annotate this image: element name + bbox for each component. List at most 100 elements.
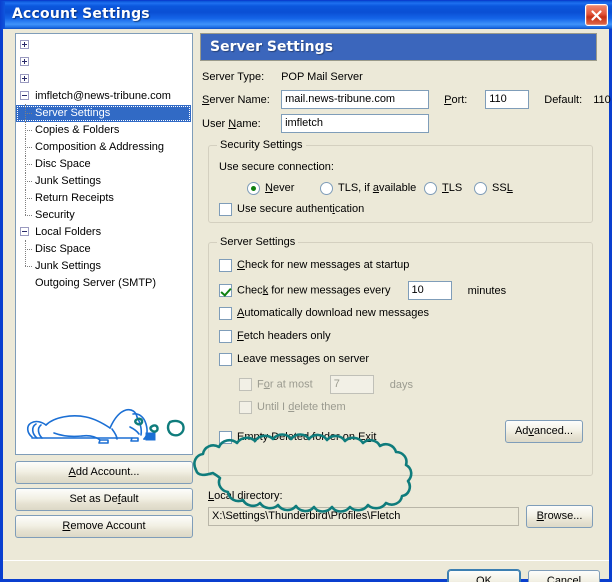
sidebar-item-security[interactable]: Security xyxy=(16,206,192,224)
server-options-legend: Server Settings xyxy=(217,236,299,248)
tree-line xyxy=(25,113,32,115)
remove-account-label: Remove Account xyxy=(62,520,146,532)
sidebar-item-return-receipts[interactable]: Return Receipts xyxy=(16,189,192,207)
close-button[interactable] xyxy=(585,4,608,26)
tree-line xyxy=(25,249,32,251)
remove-account-button[interactable]: Remove Account xyxy=(15,515,193,538)
sidebar-item-composition-addressing[interactable]: Composition & Addressing xyxy=(16,138,192,156)
sidebar-item-copies-folders[interactable]: Copies & Folders xyxy=(16,121,192,139)
collapse-minus-icon[interactable] xyxy=(20,91,29,100)
radio-tls-if-available-icon[interactable] xyxy=(320,181,333,195)
check-every-checkbox[interactable]: Check for new messages every 10 minutes xyxy=(219,281,506,300)
account-settings-window: Account Settings imfletch@news-tribune.c… xyxy=(0,0,612,582)
ok-button[interactable]: OK xyxy=(448,570,520,582)
tree-item-label: Outgoing Server (SMTP) xyxy=(35,277,157,289)
server-name-row: Server Name: mail.news-tribune.com Port:… xyxy=(202,90,611,109)
auto-download-checkbox[interactable]: Automatically download new messages xyxy=(219,306,429,320)
check-every-minutes-input[interactable]: 10 xyxy=(407,281,452,300)
default-port-value: 110 xyxy=(593,93,611,106)
collapse-minus-icon[interactable] xyxy=(20,227,29,236)
use-secure-authentication-box-icon[interactable] xyxy=(219,202,232,216)
radio-ssl[interactable]: SSL xyxy=(474,181,513,195)
leave-messages-label: Leave messages on server xyxy=(237,353,370,365)
set-as-default-button[interactable]: Set as Default xyxy=(15,488,193,511)
cancel-label: Cancel xyxy=(546,575,582,582)
browse-label: Browse... xyxy=(536,510,583,522)
use-secure-connection-label: Use secure connection: xyxy=(219,161,334,173)
tree-node-collapsed-3[interactable] xyxy=(16,71,192,88)
local-directory-input[interactable]: X:\Settings\Thunderbird\Profiles\Fletch xyxy=(208,507,519,526)
tree-line xyxy=(25,147,32,149)
expand-plus-icon[interactable] xyxy=(20,40,29,49)
default-port-label: Default: xyxy=(544,93,583,106)
empty-deleted-checkbox[interactable]: Empty Deleted folder on Exit xyxy=(219,430,376,444)
expand-plus-icon[interactable] xyxy=(20,74,29,83)
radio-ssl-label: SSL xyxy=(492,182,513,194)
minutes-label: minutes xyxy=(467,284,507,297)
advanced-button[interactable]: Advanced... xyxy=(505,420,583,443)
sidebar-item-outgoing-server[interactable]: Outgoing Server (SMTP) xyxy=(16,275,192,292)
close-icon xyxy=(591,10,602,21)
browse-button[interactable]: Browse... xyxy=(526,505,593,528)
tree-line xyxy=(25,181,32,183)
radio-tls-if-available-label: TLS, if available xyxy=(338,182,417,194)
sleeping-dog-icon xyxy=(26,408,185,444)
title-bar: Account Settings xyxy=(0,0,612,30)
sidebar-item-local-junk-settings[interactable]: Junk Settings xyxy=(16,257,192,275)
add-account-label: Add Account... xyxy=(68,466,140,478)
cancel-button[interactable]: Cancel xyxy=(528,570,600,582)
user-name-label: User Name: xyxy=(202,117,261,130)
auto-download-label: Automatically download new messages xyxy=(237,307,429,319)
fetch-headers-box-icon[interactable] xyxy=(219,329,232,343)
check-at-startup-label: Check for new messages at startup xyxy=(237,259,410,271)
tree-node-collapsed-2[interactable] xyxy=(16,54,192,71)
radio-never-icon[interactable] xyxy=(247,181,260,195)
tree-item-label: Junk Settings xyxy=(35,260,102,272)
empty-deleted-box-icon[interactable] xyxy=(219,430,232,444)
port-input[interactable]: 110 xyxy=(485,90,530,109)
user-name-row: User Name: imfletch xyxy=(202,114,430,133)
sidebar-item-junk-settings[interactable]: Junk Settings xyxy=(16,172,192,190)
radio-never-label: Never xyxy=(265,182,295,194)
check-at-startup-box-icon[interactable] xyxy=(219,258,232,272)
expand-plus-icon[interactable] xyxy=(20,57,29,66)
radio-tls-icon[interactable] xyxy=(424,181,437,195)
add-account-button[interactable]: Add Account... xyxy=(15,461,193,484)
sidebar-item-disc-space[interactable]: Disc Space xyxy=(16,155,192,173)
leave-messages-box-icon[interactable] xyxy=(219,352,232,366)
radio-tls[interactable]: TLS xyxy=(424,181,462,195)
leave-messages-checkbox[interactable]: Leave messages on server xyxy=(219,352,369,366)
tree-node-local-folders[interactable]: Local Folders xyxy=(16,224,192,241)
days-label: days xyxy=(389,378,414,391)
server-name-label: Server Name: xyxy=(202,93,270,106)
tree-item-label: Security xyxy=(35,209,75,221)
fetch-headers-checkbox[interactable]: Fetch headers only xyxy=(219,329,331,343)
radio-tls-if-available[interactable]: TLS, if available xyxy=(320,181,416,195)
sidebar-item-local-disc-space[interactable]: Disc Space xyxy=(16,240,192,258)
radio-ssl-icon[interactable] xyxy=(474,181,487,195)
radio-never[interactable]: Never xyxy=(247,181,294,195)
use-secure-authentication-checkbox[interactable]: Use secure authentication xyxy=(219,202,364,216)
tree-node-collapsed-1[interactable] xyxy=(16,37,192,54)
server-name-input[interactable]: mail.news-tribune.com xyxy=(281,90,430,109)
check-every-label: Check for new messages every xyxy=(237,284,391,297)
sidebar-item-server-settings[interactable]: Server Settings xyxy=(16,104,191,122)
account-tree[interactable]: imfletch@news-tribune.com Server Setting… xyxy=(15,33,193,455)
tree-line xyxy=(25,257,27,266)
user-name-input[interactable]: imfletch xyxy=(281,114,430,133)
tree-line xyxy=(25,198,32,200)
footer-divider xyxy=(3,560,609,561)
tree-node-account[interactable]: imfletch@news-tribune.com xyxy=(16,88,192,105)
tree-item-label: Junk Settings xyxy=(35,175,102,187)
port-label: Port: xyxy=(444,93,468,106)
title-bar-left-edge xyxy=(0,1,5,30)
check-at-startup-checkbox[interactable]: Check for new messages at startup xyxy=(219,258,409,272)
auto-download-box-icon[interactable] xyxy=(219,306,232,320)
radio-tls-label: TLS xyxy=(442,182,463,194)
check-every-box-icon[interactable] xyxy=(219,284,232,297)
empty-deleted-label: Empty Deleted folder on Exit xyxy=(237,431,377,443)
until-delete-box-icon xyxy=(239,400,252,414)
local-directory-label: Local directory: xyxy=(208,490,283,502)
for-at-most-box-icon xyxy=(239,378,252,391)
tree-item-label: Copies & Folders xyxy=(35,124,120,136)
